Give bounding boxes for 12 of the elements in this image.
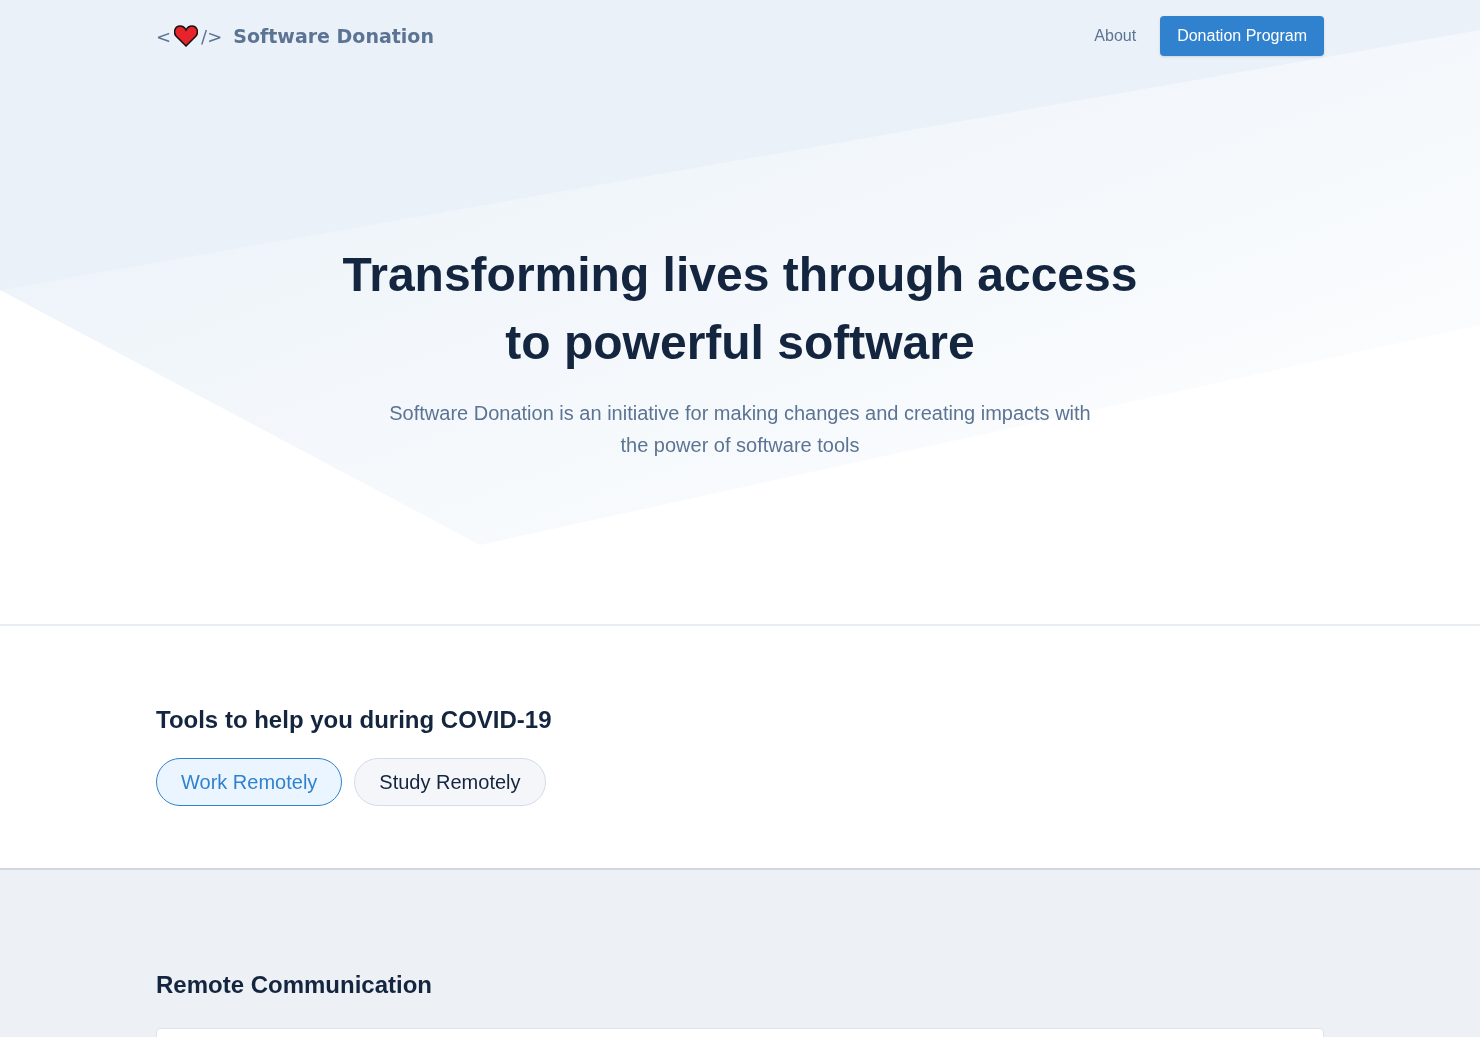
logo-bracket: /> [201,24,223,49]
donation-button[interactable]: Donation Program [1160,16,1324,56]
tab[interactable]: Work Remotely [156,758,343,806]
tab[interactable]: Study Remotely [354,758,546,806]
heart-icon [174,25,199,47]
section-heading: Remote Communication [156,970,434,1000]
nav-link[interactable]: About [1094,24,1137,48]
logo-bracket: < [156,24,172,49]
logo-text: Software Donation [233,23,434,49]
section-heading: Tools to help you during COVID-19 [156,705,553,735]
hero-subtitle: Software Donation is an initiative for making changes and creating impacts with the power of software tools [388,401,1092,458]
hero-title: Transforming lives through access to powerful software [341,247,1139,371]
